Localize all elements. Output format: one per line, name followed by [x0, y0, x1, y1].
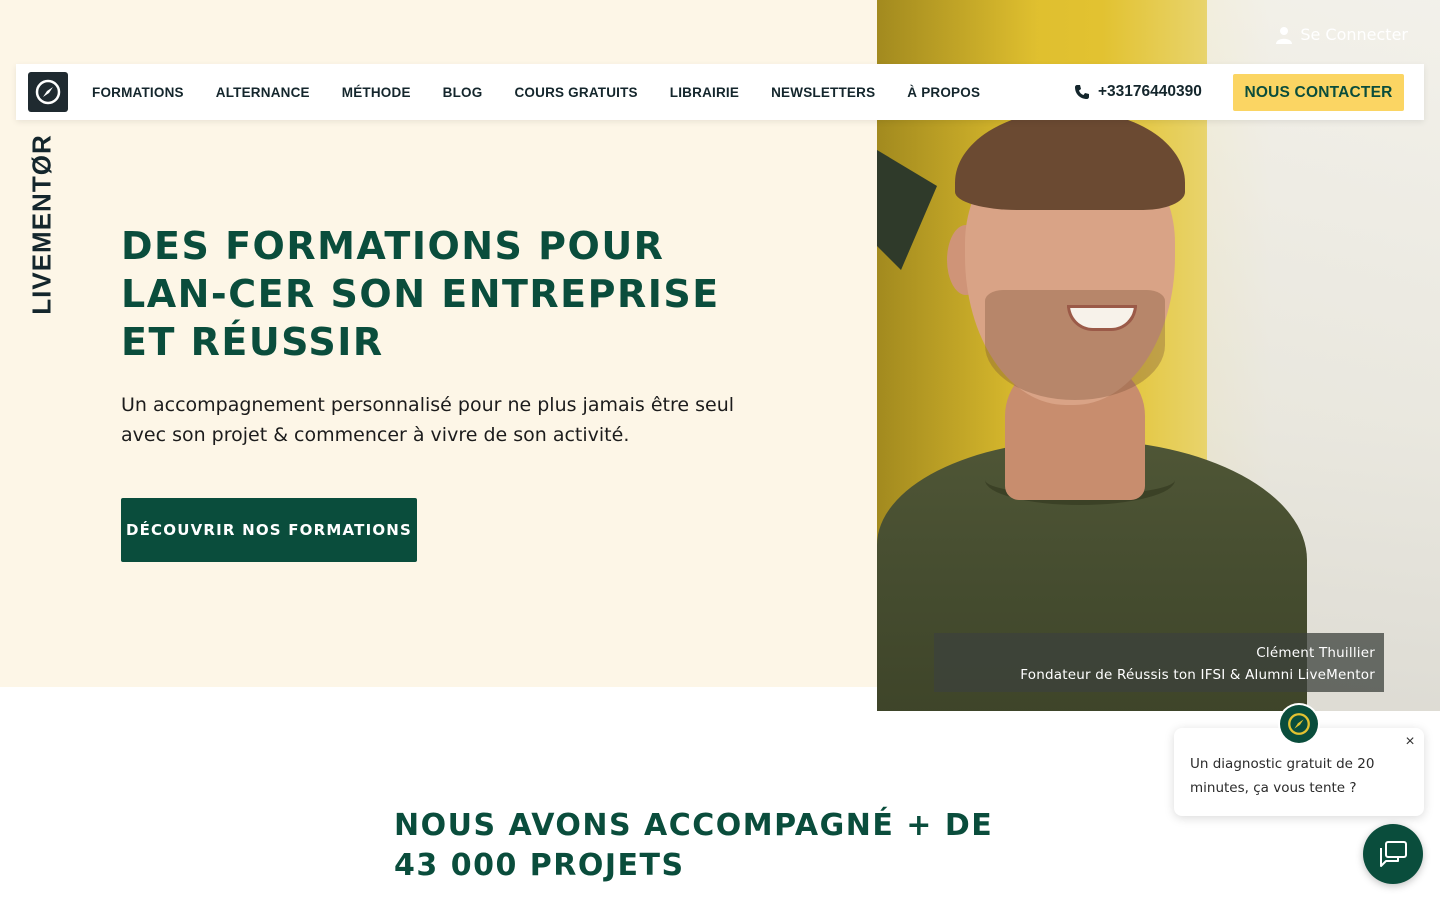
logo[interactable]: [28, 72, 68, 112]
login-label: Se Connecter: [1300, 25, 1408, 44]
nav-item-a-propos[interactable]: À PROPOS: [907, 85, 980, 100]
chat-bubble-icon: [1380, 841, 1407, 867]
user-icon: [1276, 26, 1293, 44]
phone-number: +33176440390: [1098, 83, 1202, 100]
chat-message: Un diagnostic gratuit de 20 minutes, ça …: [1190, 756, 1375, 796]
compass-icon: [35, 79, 61, 105]
nav-item-methode[interactable]: MÉTHODE: [342, 85, 411, 100]
hero-title: DES FORMATIONS POUR LAN-CER SON ENTREPRI…: [121, 224, 720, 364]
main-navbar: FORMATIONS ALTERNANCE MÉTHODE BLOG COURS…: [16, 64, 1424, 120]
stats-title: NOUS AVONS ACCOMPAGNÉ + DE 43 000 PROJET…: [394, 808, 994, 883]
brand-wordmark-text: LIVEMENTØR: [26, 133, 57, 315]
phone-icon: [1075, 85, 1089, 99]
nav-item-librairie[interactable]: LIBRAIRIE: [670, 85, 739, 100]
photo-caption: Clément Thuillier Fondateur de Réussis t…: [934, 633, 1384, 692]
discover-formations-button[interactable]: DÉCOUVRIR NOS FORMATIONS: [121, 498, 417, 562]
hero-subtitle: Un accompagnement personnalisé pour ne p…: [121, 394, 735, 446]
compass-icon: [1288, 713, 1310, 735]
nav-item-newsletters[interactable]: NEWSLETTERS: [771, 85, 875, 100]
contact-button[interactable]: NOUS CONTACTER: [1233, 74, 1404, 111]
caption-name: Clément Thuillier: [1256, 645, 1375, 661]
phone-link[interactable]: +33176440390: [1074, 64, 1202, 120]
brand-wordmark: LIVEMENTØR: [24, 134, 60, 314]
nav-item-cours-gratuits[interactable]: COURS GRATUITS: [514, 85, 637, 100]
nav-menu: FORMATIONS ALTERNANCE MÉTHODE BLOG COURS…: [92, 64, 1012, 120]
login-link[interactable]: Se Connecter: [1276, 25, 1408, 44]
chat-launcher-button[interactable]: [1363, 824, 1423, 884]
chat-avatar-inner: [1280, 705, 1318, 743]
nav-item-formations[interactable]: FORMATIONS: [92, 85, 184, 100]
caption-role: Fondateur de Réussis ton IFSI & Alumni L…: [1020, 667, 1375, 683]
chat-avatar: [1278, 703, 1320, 745]
close-icon[interactable]: ×: [1402, 734, 1418, 750]
nav-item-blog[interactable]: BLOG: [443, 85, 483, 100]
nav-item-alternance[interactable]: ALTERNANCE: [216, 85, 310, 100]
